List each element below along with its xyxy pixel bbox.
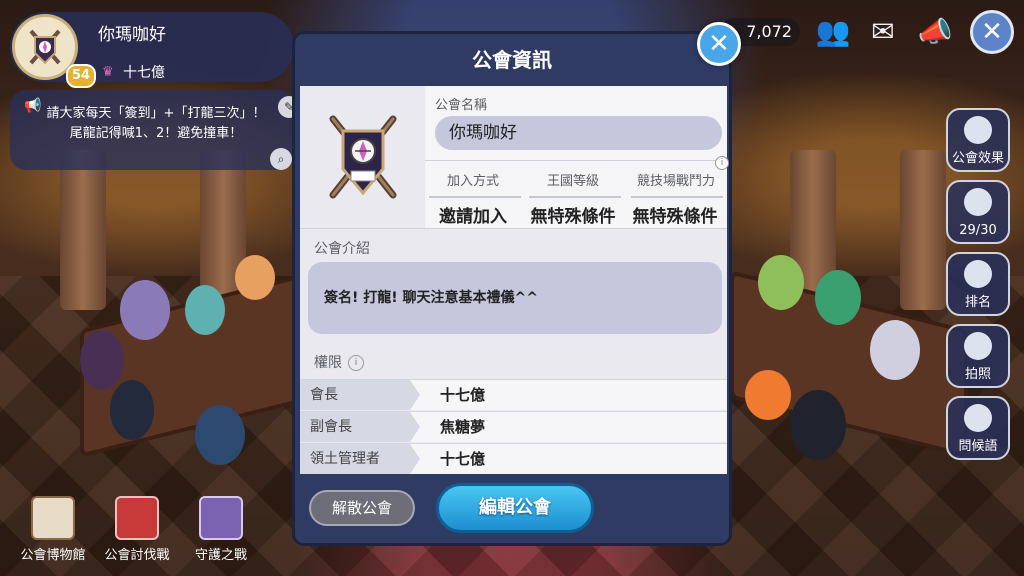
camera-icon <box>964 332 992 360</box>
cookie-character <box>110 380 154 440</box>
role-member: 十七億 <box>440 450 486 468</box>
info-icon[interactable]: i <box>715 156 729 170</box>
guild-name-label: 公會名稱 <box>435 98 488 113</box>
dragon-raid-icon <box>115 496 159 540</box>
greeting-button[interactable]: 問候語 <box>946 396 1010 460</box>
guild-announcement: 📢 請大家每天「簽到」+「打龍三次」！尾龍記得喊1、2！避免撞車！ ✎ <box>10 90 300 170</box>
person-icon <box>964 188 992 216</box>
guild-info-cell: 公會名稱 你瑪咖好 i 加入方式 王國等級 競技場戰鬥力 邀請加入 無特殊條件 … <box>425 86 729 228</box>
ranking-button[interactable]: 排名 <box>946 252 1010 316</box>
crown-icon: ♛ <box>102 64 114 80</box>
arrow-up-icon <box>964 116 992 144</box>
guild-intro-text: 簽名! 打龍! 聊天注意基本禮儀^^ <box>308 262 722 334</box>
pillar <box>900 150 946 310</box>
info-icon[interactable]: i <box>348 355 364 371</box>
guild-museum-button[interactable]: 公會博物館 <box>10 496 96 563</box>
close-modal-button[interactable]: ✕ <box>697 22 741 66</box>
role-member: 十七億 <box>440 386 486 404</box>
guild-effect-label: 公會效果 <box>951 151 1004 166</box>
edit-guild-button[interactable]: 編輯公會 <box>436 483 594 533</box>
divider <box>631 196 723 198</box>
guild-leader-name: 十七億 <box>123 65 165 81</box>
permissions-label: 權限 <box>314 355 342 371</box>
divider <box>529 196 621 198</box>
join-method-value: 邀請加入 <box>439 207 507 227</box>
guild-raid-button[interactable]: 公會討伐戰 <box>94 496 180 563</box>
guild-emblem-icon <box>329 115 396 199</box>
cookie-character <box>120 280 170 340</box>
role-label: 會長 <box>300 380 420 410</box>
ranking-label: 排名 <box>964 295 991 310</box>
pillar <box>60 150 106 310</box>
permission-row: 領土管理者 十七億 <box>300 443 727 474</box>
members-button[interactable]: 29/30 <box>946 180 1010 244</box>
guild-intro-label: 公會介紹 <box>314 241 370 257</box>
permission-row: 副會長 焦糖夢 <box>300 411 727 442</box>
cookie-character <box>758 255 804 310</box>
guardian-battle-button[interactable]: 守護之戰 <box>178 496 264 563</box>
guild-name: 你瑪咖好 <box>98 25 166 45</box>
guild-name-field: 你瑪咖好 <box>435 116 722 150</box>
cookie-character <box>80 330 124 390</box>
chat-bubble-icon <box>964 404 992 432</box>
announcement-text: 請大家每天「簽到」+「打龍三次」！尾龍記得喊1、2！避免撞車！ <box>46 106 266 141</box>
join-method-label: 加入方式 <box>446 174 499 189</box>
notice-megaphone-icon[interactable]: 📣 <box>916 12 954 50</box>
role-label: 領土管理者 <box>300 444 420 474</box>
member-count-label: 29/30 <box>959 223 997 238</box>
photo-button[interactable]: 拍照 <box>946 324 1010 388</box>
guard-label: 守護之戰 <box>194 548 247 563</box>
kingdom-level-label: 王國等級 <box>546 174 599 189</box>
museum-icon <box>31 496 75 540</box>
modal-title: 公會資訊 <box>472 48 552 72</box>
cookie-character <box>815 270 861 325</box>
podium-icon <box>964 260 992 288</box>
divider <box>300 228 727 229</box>
cookie-character <box>195 405 245 465</box>
castle-icon <box>199 496 243 540</box>
guild-profile-panel[interactable]: 54 你瑪咖好 ♛ 十七億 <box>10 12 294 88</box>
kingdom-level-value: 無特殊條件 <box>530 207 616 227</box>
permission-row: 會長 十七億 <box>300 379 727 410</box>
role-member: 焦糖夢 <box>440 418 486 436</box>
role-label: 副會長 <box>300 412 420 442</box>
guild-info-modal: 公會資訊 公會名稱 你瑪咖好 i 加入方式 王國等級 競技場戰鬥力 邀請加入 無… <box>292 31 732 546</box>
disband-guild-button[interactable]: 解散公會 <box>309 490 415 526</box>
raid-label: 公會討伐戰 <box>104 548 170 563</box>
mail-icon[interactable]: ✉ <box>864 12 902 50</box>
megaphone-icon: 📢 <box>24 98 42 114</box>
guild-level-badge: 54 <box>66 64 96 88</box>
guild-effect-button[interactable]: 公會效果 <box>946 108 1010 172</box>
cookie-character <box>745 370 791 420</box>
divider <box>429 196 521 198</box>
arena-power-value: 無特殊條件 <box>632 207 718 227</box>
cookie-character <box>790 390 846 460</box>
close-guild-button[interactable]: ✕ <box>970 10 1014 54</box>
photo-label: 拍照 <box>964 367 991 382</box>
divider <box>425 160 727 161</box>
cookie-character <box>235 255 275 300</box>
modal-body: 公會名稱 你瑪咖好 i 加入方式 王國等級 競技場戰鬥力 邀請加入 無特殊條件 … <box>300 86 729 474</box>
museum-label: 公會博物館 <box>20 548 86 563</box>
cookie-character <box>870 320 920 380</box>
search-icon[interactable]: ⌕ <box>270 148 292 170</box>
cookie-character <box>185 285 225 335</box>
friends-icon[interactable]: 👥 <box>814 12 852 50</box>
arena-power-label: 競技場戰鬥力 <box>636 174 715 189</box>
emblem-cell <box>300 86 425 228</box>
greeting-label: 問候語 <box>958 439 998 454</box>
